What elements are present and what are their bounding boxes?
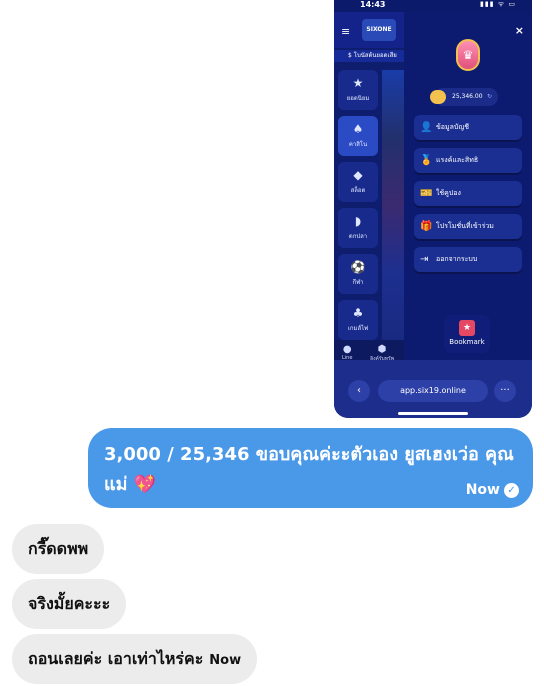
refresh-icon: ↻: [486, 93, 492, 100]
nav-item-fishing: ◗ ตกปลา: [338, 208, 378, 248]
message-text: ถอนเลยค่ะ เอาเท่าไหร่คะ: [28, 649, 204, 668]
gift-icon: ⬢: [377, 344, 387, 355]
message-time: Now: [465, 482, 500, 498]
rank-badge-icon: ♛: [456, 39, 480, 71]
nav-item-label: เกมส์ไพ่: [347, 325, 369, 332]
bottom-nav-line: ● Line: [342, 344, 352, 361]
menu-logout: ⇥ ออกจากระบบ: [414, 247, 522, 272]
url-bar: app.six19.online: [378, 380, 488, 402]
menu-item-label: โปรโมชั่นที่เข้าร่วม: [436, 222, 494, 230]
category-nav: ★ ยอดนิยม ♠ คาสิโน ◆ สล็อต ◗ ตกปลา ⚽ กีฬ…: [338, 70, 378, 346]
nav-item-card-games: ♣ เกมส์ไพ่: [338, 300, 378, 340]
incoming-message[interactable]: กรี๊ดดพพ: [12, 524, 105, 574]
bookmark-button: ★ Bookmark: [444, 315, 490, 353]
menu-coupon: 🎫 ใช้คูปอง: [414, 181, 522, 206]
medal-icon: 🏅: [420, 155, 433, 166]
more-icon: ···: [494, 380, 516, 402]
message-time: Now: [209, 653, 242, 668]
bookmark-icon: ★: [459, 320, 475, 336]
message-text: จริงมั้ยคะะะ: [28, 594, 111, 613]
back-icon: ‹: [348, 380, 370, 402]
account-menu-panel: × ♛ 25,346.00 ↻ 👤 ข้อมูลบัญชี 🏅 แรงค์และ…: [404, 12, 532, 360]
promo-ticker: $ โบนัสต้นยอดเสีย: [334, 50, 404, 62]
menu-item-label: แรงค์และสิทธิ: [436, 156, 479, 164]
menu-rank: 🏅 แรงค์และสิทธิ: [414, 148, 522, 173]
fish-icon: ◗: [354, 214, 362, 228]
nav-item-label: สล็อต: [350, 187, 366, 194]
game-tiles-peek: [382, 70, 404, 340]
menu-item-label: ข้อมูลบัญชี: [436, 123, 470, 131]
incoming-message[interactable]: ถอนเลยค่ะ เอาเท่าไหร่คะ Now: [12, 634, 258, 684]
site-header: ≡ SIXONE: [334, 12, 404, 48]
ticket-icon: 🎫: [420, 188, 433, 199]
menu-item-label: ออกจากระบบ: [436, 255, 478, 263]
home-indicator: [398, 412, 468, 415]
coin-icon: [430, 90, 446, 104]
outgoing-message[interactable]: 3,000 / 25,346 ขอบคุณค่ะะตัวเอง ยูสเฮงเว…: [88, 428, 533, 508]
balance-pill: 25,346.00 ↻: [430, 88, 498, 106]
incoming-message[interactable]: จริงมั้ยคะะะ: [12, 579, 127, 629]
message-status: Now ✓: [466, 482, 519, 498]
nav-item-sports: ⚽ กีฬา: [338, 254, 378, 294]
nav-item-label: ยอดนิยม: [346, 95, 370, 102]
logout-icon: ⇥: [420, 254, 429, 265]
nav-item-casino: ♠ คาสิโน: [338, 116, 378, 156]
hamburger-icon: ≡: [341, 25, 351, 38]
message-text: 3,000 / 25,346 ขอบคุณค่ะะตัวเอง ยูสเฮงเว…: [104, 444, 514, 495]
read-check-icon: ✓: [504, 482, 519, 498]
browser-toolbar: ‹ app.six19.online ···: [334, 360, 532, 418]
menu-promotions: 🎁 โปรโมชั่นที่เข้าร่วม: [414, 214, 522, 239]
status-icons: ▮▮▮ ᯤ ▭: [479, 0, 516, 8]
bookmark-label: Bookmark: [449, 338, 485, 346]
menu-account-info: 👤 ข้อมูลบัญชี: [414, 115, 522, 140]
star-icon: ★: [352, 76, 364, 90]
nav-item-label: ตกปลา: [348, 233, 368, 240]
nav-item-label: คาสิโน: [348, 141, 368, 148]
club-icon: ♣: [352, 306, 364, 320]
nav-item-slots: ◆ สล็อต: [338, 162, 378, 202]
gift-icon: 🎁: [420, 221, 433, 232]
status-bar: 14:43 ▮▮▮ ᯤ ▭: [334, 0, 532, 12]
balance-value: 25,346.00: [452, 93, 483, 100]
user-icon: 👤: [420, 122, 433, 133]
menu-item-label: ใช้คูปอง: [436, 189, 461, 197]
shared-screenshot[interactable]: 14:43 ▮▮▮ ᯤ ▭ ≡ SIXONE $ โบนัสต้นยอดเสีย…: [334, 0, 532, 418]
close-icon: ×: [514, 24, 524, 37]
site-logo: SIXONE: [362, 19, 396, 41]
message-text: กรี๊ดดพพ: [28, 539, 89, 558]
status-time: 14:43: [360, 0, 386, 9]
soccer-ball-icon: ⚽: [350, 260, 366, 274]
cards-icon: ♠: [352, 122, 364, 136]
nav-item-popular: ★ ยอดนิยม: [338, 70, 378, 110]
line-icon: ●: [342, 344, 352, 355]
slot-icon: ◆: [353, 168, 363, 182]
nav-item-label: กีฬา: [352, 279, 364, 286]
